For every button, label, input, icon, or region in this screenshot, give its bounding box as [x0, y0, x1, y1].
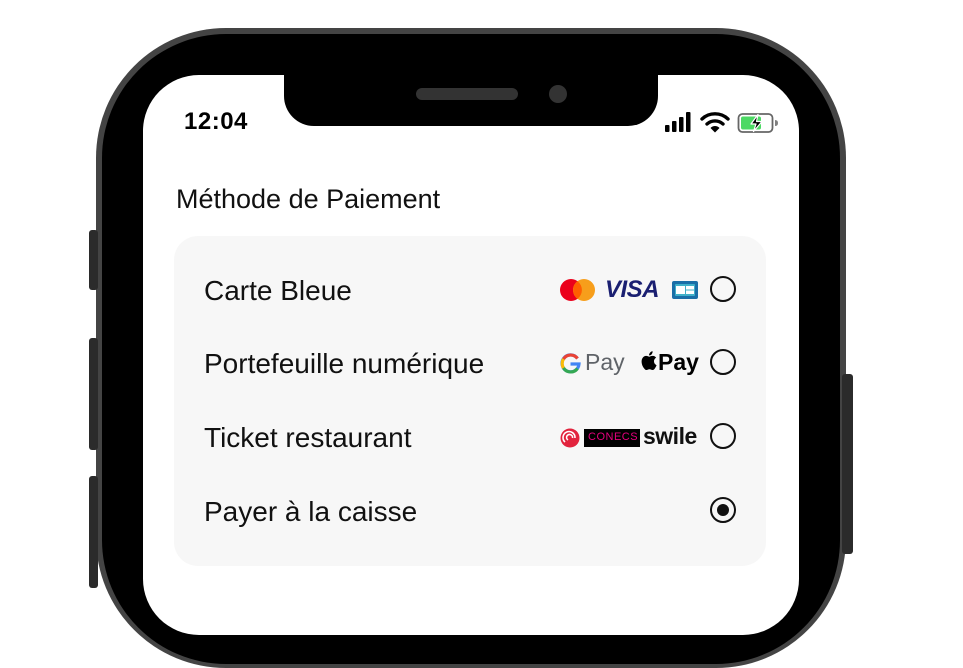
- option-label: Ticket restaurant: [204, 422, 412, 453]
- mastercard-logo: [560, 279, 595, 301]
- cellular-signal-icon: [665, 112, 691, 132]
- volume-down-button: [89, 476, 98, 588]
- status-time: 12:04: [184, 108, 248, 135]
- ticket-logos: CONECS swile: [560, 408, 705, 468]
- payment-option-carte-bleue[interactable]: Carte Bleue VISA: [174, 261, 766, 321]
- apple-icon: [641, 351, 657, 371]
- radio-carte-bleue[interactable]: [710, 276, 736, 302]
- swile-logo: swile: [643, 423, 697, 449]
- payment-options-card: Carte Bleue VISA Portefeuille numérique: [174, 236, 766, 566]
- volume-up-button: [89, 338, 98, 450]
- conecs-logo: CONECS: [584, 429, 640, 447]
- option-label: Carte Bleue: [204, 275, 352, 306]
- google-g-icon: [560, 353, 581, 374]
- option-label: Portefeuille numérique: [204, 348, 485, 379]
- battery-charging-icon: [737, 113, 778, 133]
- radio-portefeuille[interactable]: [710, 349, 736, 375]
- apple-pay-logo: Pay: [658, 349, 699, 375]
- option-label: Payer à la caisse: [204, 496, 418, 527]
- wifi-icon: [700, 112, 730, 133]
- payment-option-portefeuille[interactable]: Portefeuille numérique Pay Pay: [174, 334, 766, 394]
- wallet-logos: Pay Pay: [560, 334, 705, 394]
- radio-ticket-restaurant[interactable]: [710, 423, 736, 449]
- power-button: [842, 374, 853, 554]
- payment-option-ticket-restaurant[interactable]: Ticket restaurant CONECS swile: [174, 408, 766, 468]
- google-pay-logo: Pay: [585, 349, 625, 375]
- payment-option-payer-caisse[interactable]: Payer à la caisse: [174, 482, 766, 542]
- cb-logo: [672, 281, 698, 299]
- radio-payer-caisse[interactable]: [710, 497, 736, 523]
- payment-method-title: Méthode de Paiement: [176, 184, 441, 214]
- card-logos: VISA: [560, 261, 705, 321]
- conecs-text: CONECS: [588, 431, 639, 443]
- earpiece-speaker: [416, 88, 518, 100]
- front-camera: [549, 85, 567, 103]
- visa-logo: VISA: [605, 276, 660, 303]
- silent-switch: [89, 230, 98, 290]
- ticket-restaurant-logo: [560, 428, 580, 448]
